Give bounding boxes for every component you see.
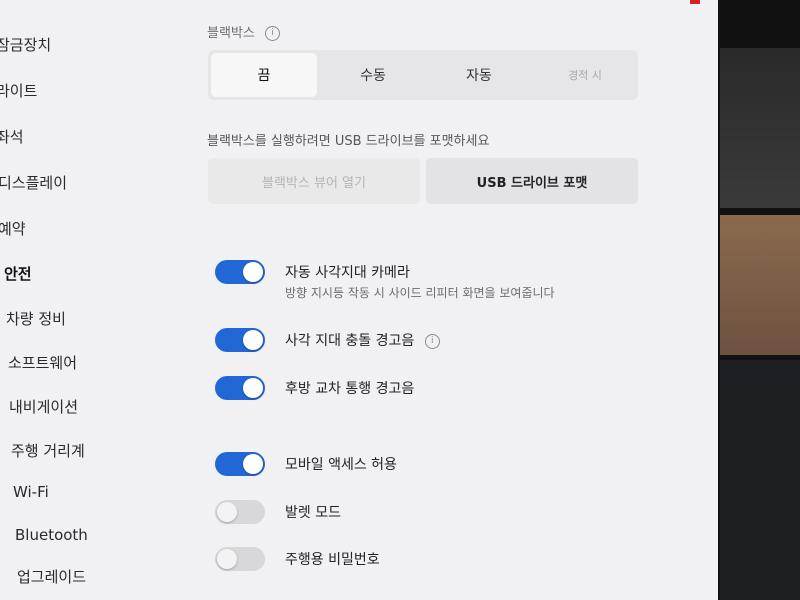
background-dashboard — [720, 360, 800, 600]
sidebar: 잠금장치 라이트 좌석 디스플레이 예약 안전 차량 정비 소프트웨어 내비게이… — [0, 0, 190, 600]
red-accent-mark — [690, 0, 700, 4]
sidebar-item-bluetooth[interactable]: Bluetooth — [15, 526, 88, 544]
blindspot-chime-label: 사각 지대 충돌 경고음 i — [285, 330, 440, 350]
sidebar-item-display[interactable]: 디스플레이 — [0, 172, 67, 193]
info-icon[interactable]: i — [424, 333, 440, 349]
sidebar-item-seats[interactable]: 좌석 — [0, 126, 24, 147]
valet-mode-toggle[interactable] — [215, 500, 265, 524]
blindspot-camera-label: 자동 사각지대 카메라 — [285, 265, 410, 281]
dashcam-button-row: 블랙박스 뷰어 열기 USB 드라이브 포맷 — [208, 158, 638, 204]
mobile-access-toggle[interactable] — [215, 452, 265, 476]
dashcam-title: 블랙박스 i — [207, 22, 280, 41]
sidebar-item-lights[interactable]: 라이트 — [0, 80, 37, 101]
background-wood-trim — [720, 215, 800, 355]
pin-to-drive-label: 주행용 비밀번호 — [285, 552, 380, 568]
background-panel — [720, 48, 800, 208]
toggle-knob — [243, 330, 263, 350]
toggle-knob — [217, 549, 237, 569]
blindspot-chime-label-text: 사각 지대 충돌 경고음 — [285, 333, 415, 349]
cross-traffic-chime-toggle[interactable] — [215, 376, 265, 400]
dashcam-title-text: 블랙박스 — [207, 26, 255, 41]
format-usb-button[interactable]: USB 드라이브 포맷 — [426, 158, 638, 204]
sidebar-item-software[interactable]: 소프트웨어 — [8, 352, 77, 373]
mobile-access-label: 모바일 액세스 허용 — [285, 457, 397, 473]
toggle-knob — [243, 454, 263, 474]
toggle-knob — [243, 262, 263, 282]
info-icon[interactable]: i — [264, 26, 280, 41]
pin-to-drive-toggle[interactable] — [215, 547, 265, 571]
settings-screen: 잠금장치 라이트 좌석 디스플레이 예약 안전 차량 정비 소프트웨어 내비게이… — [0, 0, 718, 600]
toggle-knob — [243, 378, 263, 398]
sidebar-item-upgrades[interactable]: 업그레이드 — [17, 566, 86, 587]
sidebar-item-trips[interactable]: 주행 거리계 — [11, 440, 85, 461]
dashcam-option-auto[interactable]: 자동 — [426, 50, 532, 100]
blindspot-camera-description: 방향 지시등 작동 시 사이드 리피터 화면을 보여줍니다 — [285, 286, 555, 300]
sidebar-item-safety[interactable]: 안전 — [4, 263, 32, 284]
dashcam-viewer-button[interactable]: 블랙박스 뷰어 열기 — [208, 158, 420, 204]
sidebar-item-schedule[interactable]: 예약 — [0, 218, 26, 239]
sidebar-item-locks[interactable]: 잠금장치 — [0, 34, 51, 55]
sidebar-item-navigation[interactable]: 내비게이션 — [9, 396, 78, 417]
sidebar-item-wifi[interactable]: Wi-Fi — [13, 483, 49, 501]
dashcam-mode-selector: 끔 수동 자동 경적 시 — [208, 50, 638, 100]
blindspot-chime-toggle[interactable] — [215, 328, 265, 352]
dashcam-option-manual[interactable]: 수동 — [320, 50, 426, 100]
blindspot-camera-toggle[interactable] — [215, 260, 265, 284]
cross-traffic-chime-label: 후방 교차 통행 경고음 — [285, 381, 415, 397]
sidebar-item-service[interactable]: 차량 정비 — [6, 308, 66, 329]
toggle-knob — [217, 502, 237, 522]
dashcam-option-off[interactable]: 끔 — [211, 53, 317, 97]
valet-mode-label: 발렛 모드 — [285, 505, 341, 521]
dashcam-helper-text: 블랙박스를 실행하려면 USB 드라이브를 포맷하세요 — [207, 134, 490, 149]
dashcam-option-on-honk[interactable]: 경적 시 — [532, 50, 638, 100]
